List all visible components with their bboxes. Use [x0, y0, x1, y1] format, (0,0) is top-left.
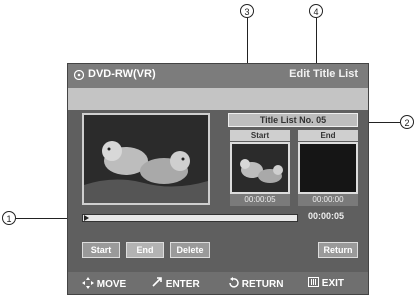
- callout-3: 3: [240, 4, 254, 18]
- footer-return: RETURN: [228, 277, 283, 290]
- edit-title-list-screen: DVD-RW(VR) Edit Title List Title List No…: [67, 63, 369, 295]
- enter-icon: [152, 277, 162, 287]
- footer-exit-label: EXIT: [321, 278, 345, 289]
- sub-band: [68, 88, 368, 110]
- end-thumbnail: [298, 142, 358, 194]
- header-bar: DVD-RW(VR) Edit Title List: [68, 64, 368, 88]
- return-icon: [229, 277, 239, 288]
- play-icon: [84, 215, 89, 221]
- return-button[interactable]: Return: [318, 242, 358, 258]
- callout-2: 2: [400, 115, 414, 129]
- end-time: 00:00:00: [298, 194, 358, 206]
- footer-return-label: RETURN: [241, 279, 284, 290]
- start-thumbnail: [230, 142, 290, 194]
- footer-move: MOVE: [82, 277, 126, 290]
- footer-enter-label: ENTER: [165, 279, 200, 290]
- screen-title: Edit Title List: [289, 68, 358, 80]
- start-time: 00:00:05: [230, 194, 290, 206]
- start-button[interactable]: Start: [82, 242, 120, 258]
- delete-button[interactable]: Delete: [170, 242, 210, 258]
- end-label: End: [298, 130, 358, 141]
- move-arrows-icon: [82, 277, 94, 289]
- title-list-number: Title List No. 05: [228, 113, 358, 127]
- otters-image: [84, 115, 208, 203]
- footer-exit: EXIT: [308, 277, 344, 289]
- footer-enter: ENTER: [152, 277, 200, 290]
- disc-type-label: DVD-RW(VR): [88, 68, 156, 80]
- playback-time: 00:00:05: [308, 211, 345, 221]
- start-frame-image: [232, 144, 288, 192]
- content-area: Title List No. 05 Start End 00:00:05 00:…: [68, 110, 368, 272]
- footer-bar: MOVE ENTER RETURN EXIT: [68, 272, 368, 294]
- disc-icon: [74, 70, 84, 80]
- start-label: Start: [230, 130, 290, 141]
- callout-4: 4: [309, 4, 323, 18]
- playback-progress-bar[interactable]: [82, 214, 298, 222]
- video-preview: [82, 113, 210, 205]
- callout-1: 1: [2, 211, 16, 225]
- exit-icon: [308, 277, 319, 287]
- footer-move-label: MOVE: [96, 279, 127, 290]
- end-button[interactable]: End: [126, 242, 164, 258]
